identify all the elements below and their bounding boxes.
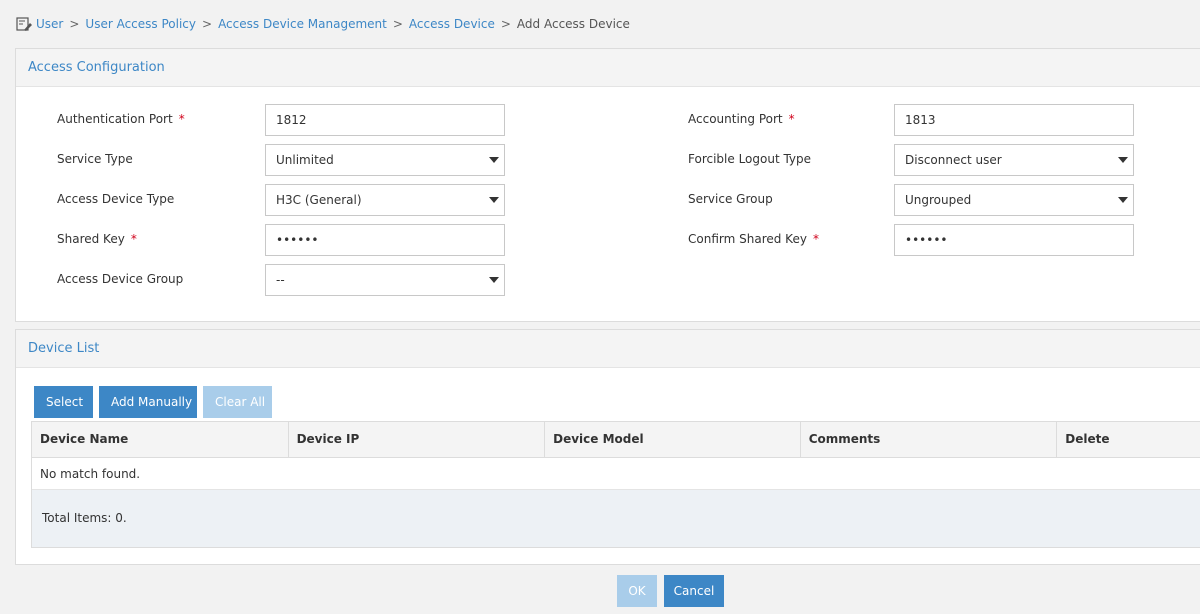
logout-type-value: Disconnect user bbox=[905, 153, 1002, 167]
required-marker: * bbox=[788, 112, 795, 126]
caret-down-icon bbox=[1118, 157, 1128, 163]
service-type-select[interactable]: Unlimited bbox=[265, 144, 505, 176]
service-type-value: Unlimited bbox=[276, 153, 334, 167]
panel-title: Device List bbox=[16, 330, 1200, 368]
column-device-model[interactable]: Device Model bbox=[545, 422, 801, 457]
cancel-button[interactable]: Cancel bbox=[664, 575, 724, 607]
logout-type-select[interactable]: Disconnect user bbox=[894, 144, 1134, 176]
breadcrumb-access-device[interactable]: Access Device bbox=[409, 17, 495, 31]
device-list-panel: Device List Select Add Manually Clear Al… bbox=[15, 329, 1200, 565]
total-items: Total Items: 0. bbox=[32, 490, 1200, 547]
auth-port-label: Authentication Port * bbox=[57, 109, 185, 129]
breadcrumb-separator: > bbox=[500, 17, 511, 31]
breadcrumb-access-device-management[interactable]: Access Device Management bbox=[218, 17, 387, 31]
device-type-value: H3C (General) bbox=[276, 193, 362, 207]
panel-title: Access Configuration bbox=[16, 49, 1200, 87]
acct-port-input[interactable]: 1813 bbox=[894, 104, 1134, 136]
shared-key-input[interactable]: •••••• bbox=[265, 224, 505, 256]
required-marker: * bbox=[812, 232, 819, 246]
access-configuration-panel: Access Configuration Authentication Port… bbox=[15, 48, 1200, 322]
confirm-key-label-text: Confirm Shared Key bbox=[688, 232, 807, 246]
breadcrumb-user-access-policy[interactable]: User Access Policy bbox=[85, 17, 196, 31]
breadcrumb-separator: > bbox=[202, 17, 213, 31]
caret-down-icon bbox=[489, 277, 499, 283]
add-manually-button[interactable]: Add Manually bbox=[99, 386, 197, 418]
device-group-select[interactable]: -- bbox=[265, 264, 505, 296]
service-group-value: Ungrouped bbox=[905, 193, 972, 207]
breadcrumb-current: Add Access Device bbox=[516, 17, 630, 31]
device-type-select[interactable]: H3C (General) bbox=[265, 184, 505, 216]
acct-port-label: Accounting Port * bbox=[688, 109, 795, 129]
clear-all-button[interactable]: Clear All bbox=[203, 386, 272, 418]
service-group-label: Service Group bbox=[688, 192, 773, 206]
confirm-key-input[interactable]: •••••• bbox=[894, 224, 1134, 256]
breadcrumb: User > User Access Policy > Access Devic… bbox=[15, 15, 630, 33]
service-type-label: Service Type bbox=[57, 152, 133, 166]
auth-port-label-text: Authentication Port bbox=[57, 112, 173, 126]
column-device-name[interactable]: Device Name bbox=[32, 422, 289, 457]
device-table: Device Name Device IP Device Model Comme… bbox=[31, 421, 1200, 548]
caret-down-icon bbox=[489, 157, 499, 163]
select-button[interactable]: Select bbox=[34, 386, 93, 418]
required-marker: * bbox=[130, 232, 137, 246]
caret-down-icon bbox=[1118, 197, 1128, 203]
column-comments[interactable]: Comments bbox=[801, 422, 1058, 457]
empty-message: No match found. bbox=[32, 458, 1200, 490]
edit-document-icon bbox=[16, 17, 32, 31]
ok-button[interactable]: OK bbox=[617, 575, 657, 607]
caret-down-icon bbox=[489, 197, 499, 203]
acct-port-value: 1813 bbox=[905, 113, 936, 127]
shared-key-value: •••••• bbox=[276, 233, 319, 247]
device-type-label: Access Device Type bbox=[57, 192, 175, 206]
service-group-select[interactable]: Ungrouped bbox=[894, 184, 1134, 216]
column-delete: Delete bbox=[1065, 432, 1110, 446]
logout-type-label: Forcible Logout Type bbox=[688, 152, 812, 166]
shared-key-label-text: Shared Key bbox=[57, 232, 125, 246]
confirm-key-value: •••••• bbox=[905, 233, 948, 247]
column-device-ip[interactable]: Device IP bbox=[289, 422, 546, 457]
acct-port-label-text: Accounting Port bbox=[688, 112, 783, 126]
shared-key-label: Shared Key * bbox=[57, 229, 137, 249]
device-group-value: -- bbox=[276, 273, 285, 287]
table-header: Device Name Device IP Device Model Comme… bbox=[32, 422, 1200, 458]
breadcrumb-separator: > bbox=[392, 17, 403, 31]
auth-port-value: 1812 bbox=[276, 113, 307, 127]
confirm-key-label: Confirm Shared Key * bbox=[688, 229, 819, 249]
auth-port-input[interactable]: 1812 bbox=[265, 104, 505, 136]
breadcrumb-user[interactable]: User bbox=[36, 17, 63, 31]
required-marker: * bbox=[178, 112, 185, 126]
breadcrumb-separator: > bbox=[69, 17, 80, 31]
device-group-label: Access Device Group bbox=[57, 272, 184, 286]
